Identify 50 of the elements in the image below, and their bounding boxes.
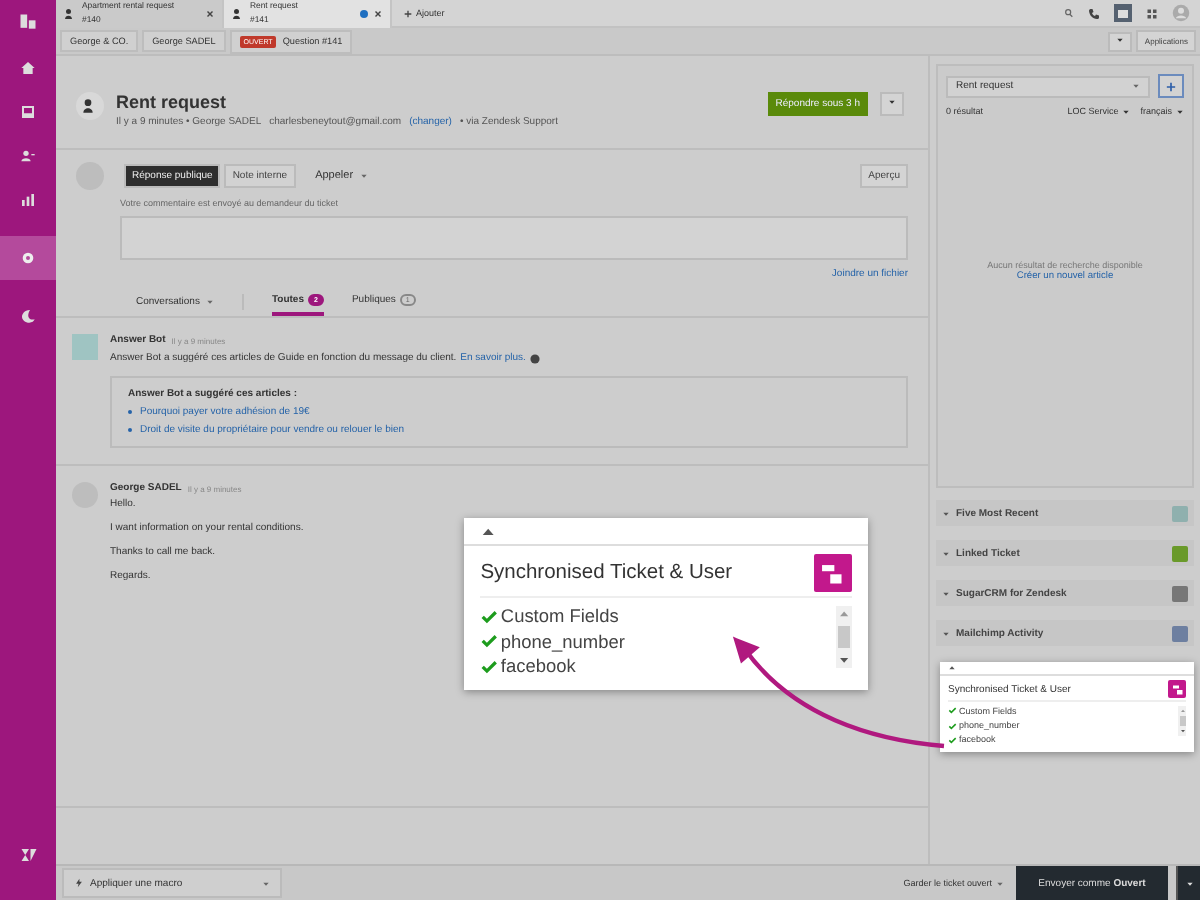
chat-icon[interactable] [1114,4,1132,22]
phone-icon [1088,7,1100,19]
comment-field[interactable] [120,216,908,260]
bot-avatar [72,334,98,360]
ticket-title: Rent request [116,92,229,112]
field-item: phone_number [500,631,625,653]
logo-icon [18,12,38,32]
field-item: Custom Fields [500,606,619,628]
inbox-icon [20,104,36,120]
grid-icon [1146,7,1158,19]
plus-icon [1166,81,1176,91]
scrollbar[interactable] [1178,706,1186,736]
settings-icon [20,250,36,266]
search-icon [1064,8,1074,18]
app-icon [1172,545,1188,561]
caret-icon [996,879,1004,887]
lightning-icon [74,878,84,888]
plus-icon [404,9,412,17]
caret-icon [262,879,270,887]
caret-icon [1179,728,1185,734]
caret-icon [1176,107,1184,115]
chart-icon [20,192,36,208]
caret-icon [888,98,896,106]
expand-button[interactable] [1108,31,1133,51]
close-icon [206,9,214,17]
user-icon [232,7,244,19]
widget-title: Synchronised Ticket & User [480,562,733,585]
home-icon [20,60,36,76]
app-icon [1172,625,1188,641]
scrollbar[interactable] [835,606,852,668]
caret-icon [948,664,956,672]
zendesk-logo-icon [19,846,37,864]
caret-icon [837,653,850,666]
app-icon [1172,585,1188,601]
close-icon [374,9,382,17]
app-logo-icon [1168,680,1186,698]
submit-menu-button[interactable] [1176,865,1200,900]
caret-icon [480,523,497,540]
app-icon [1172,505,1188,521]
caret-icon [1185,879,1193,887]
dropdown-button[interactable] [880,92,904,116]
caret-icon [837,608,850,621]
users-icon [20,148,36,164]
caret-icon [1132,82,1140,90]
add-button[interactable] [1158,74,1184,98]
requester-avatar [76,92,104,120]
app-logo-icon [814,554,852,592]
moon-icon [20,308,36,324]
field-item: facebook [500,656,576,678]
user-icon [64,7,76,19]
